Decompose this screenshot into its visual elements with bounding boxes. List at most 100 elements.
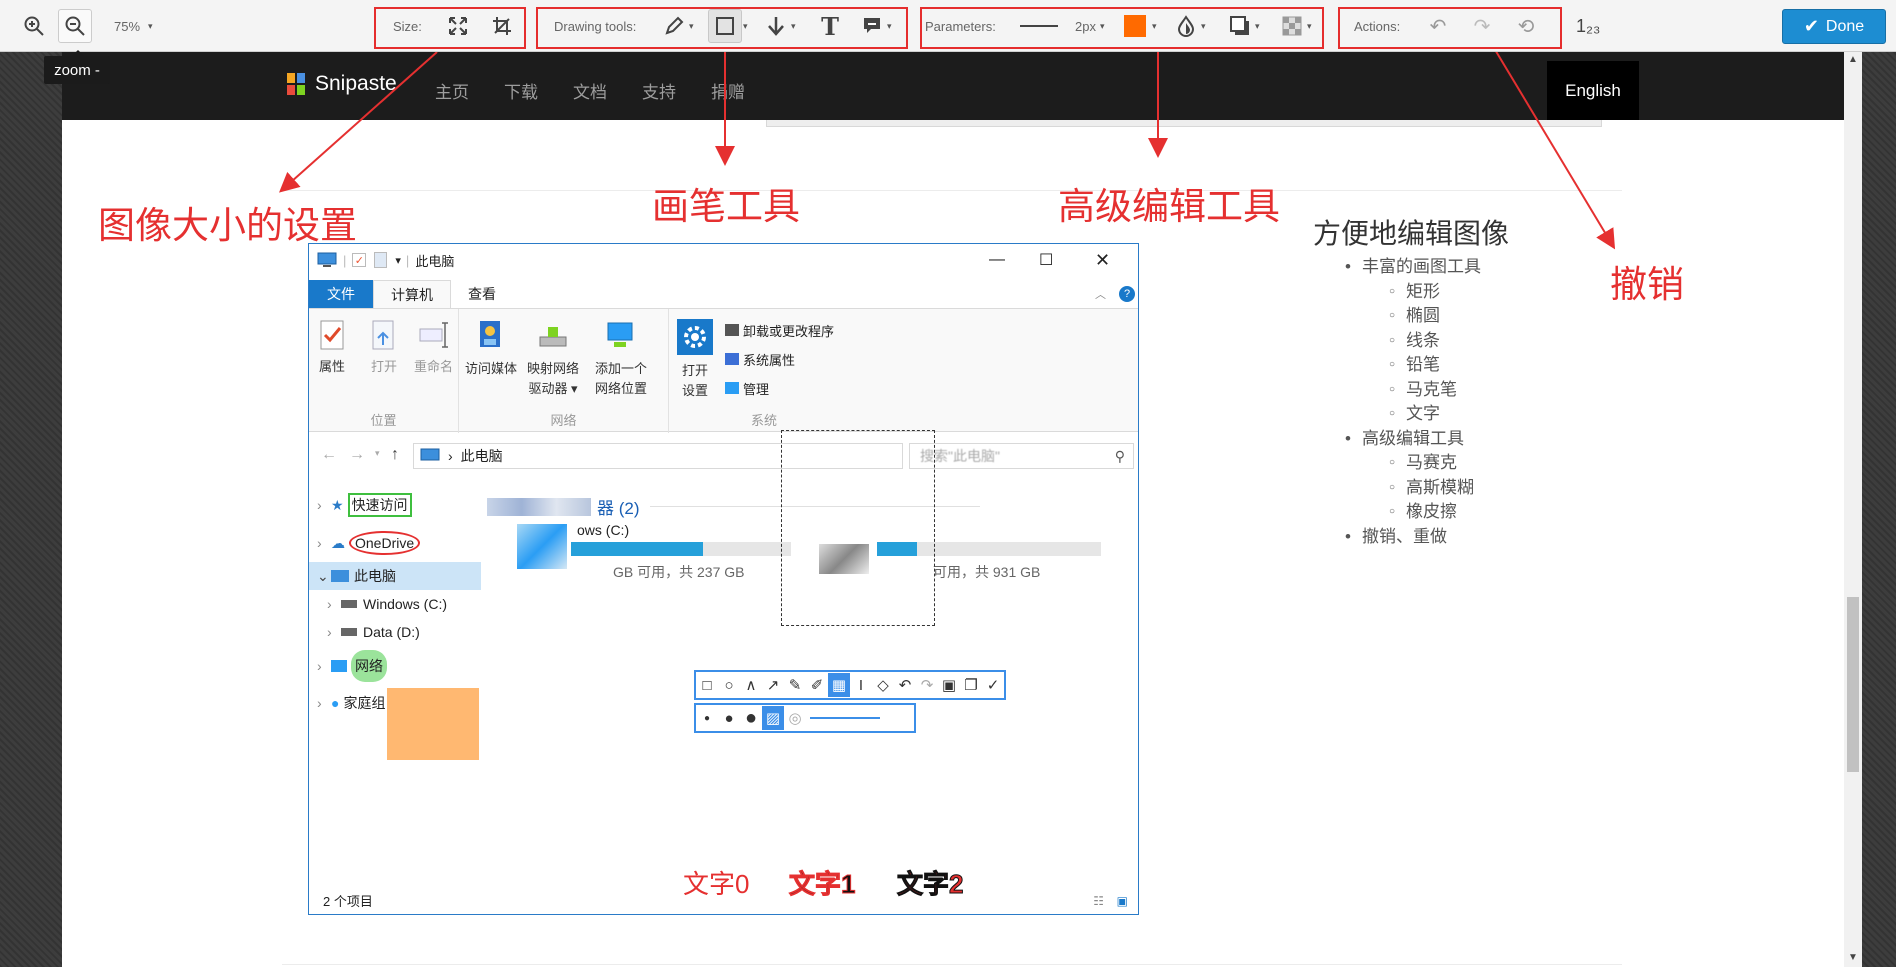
tree-item-data-d[interactable]: › Data (D:) (317, 618, 481, 646)
resize-button[interactable] (444, 0, 472, 52)
crop-button[interactable] (488, 0, 516, 52)
scrollbar-thumb[interactable] (1847, 597, 1859, 772)
tree-item-this-pc[interactable]: ⌄ 此电脑 (309, 562, 481, 590)
stroke-size-select[interactable]: 2px ▾ (1075, 0, 1105, 52)
help-icon[interactable]: ? (1119, 286, 1135, 302)
zoom-in-button[interactable] (20, 0, 48, 52)
search-box[interactable]: 搜索"此电脑" ⚲ (909, 443, 1134, 469)
drive-c-label[interactable]: ows (C:) (577, 522, 629, 538)
blur-icon[interactable]: ◎ (784, 706, 806, 730)
confirm-icon[interactable]: ✓ (982, 673, 1004, 697)
close-icon[interactable]: ✕ (1095, 250, 1110, 271)
color-swatch-icon (1124, 15, 1146, 37)
ellipse-tool-icon[interactable]: ○ (718, 673, 740, 697)
save-icon[interactable]: ▣ (938, 673, 960, 697)
size-small-icon[interactable]: ● (696, 706, 718, 730)
line-style-select[interactable] (1020, 0, 1058, 52)
redo-icon[interactable]: ↷ (916, 673, 938, 697)
undo-button[interactable]: ↶ (1424, 0, 1452, 52)
selection-rectangle[interactable] (781, 430, 935, 626)
tree-item-quick-access[interactable]: › ★ 快速访问 (317, 486, 481, 524)
ribbon-access-media-button[interactable]: 访问媒体 (465, 319, 517, 379)
ribbon-properties-button[interactable]: 属性 (319, 319, 345, 377)
arrow-tool-icon[interactable]: ↗ (762, 673, 784, 697)
tree-label: OneDrive (349, 531, 421, 555)
site-logo[interactable]: Snipaste (287, 72, 397, 96)
text-tool-button[interactable]: T (816, 0, 844, 52)
collapse-ribbon-icon[interactable]: ︿ (1095, 286, 1106, 302)
new-folder-quick-icon[interactable] (374, 252, 388, 268)
mosaic-pattern-icon[interactable]: ▨ (762, 706, 784, 730)
tab-computer[interactable]: 计算机 (373, 280, 451, 308)
mosaic-tool-icon[interactable]: ▦ (828, 673, 850, 697)
uninstall-program-link[interactable]: 卸载或更改程序 (725, 317, 834, 346)
properties-quick-icon[interactable]: ✓ (352, 253, 367, 267)
step-marker-button[interactable]: 1₂₃ (1576, 0, 1600, 52)
scroll-down-icon[interactable]: ▼ (1848, 952, 1858, 963)
marker-tool-icon[interactable]: ✐ (806, 673, 828, 697)
copy-icon[interactable]: ❐ (960, 673, 982, 697)
ribbon-map-drive-button[interactable]: 映射网络 驱动器 ▾ (527, 319, 579, 399)
forward-arrow-icon[interactable]: → (349, 446, 365, 464)
language-english-button[interactable]: English (1547, 61, 1639, 120)
nav-docs[interactable]: 文档 (573, 78, 607, 103)
tab-view[interactable]: 查看 (451, 280, 513, 308)
eraser-tool-icon[interactable]: ◇ (872, 673, 894, 697)
tree-item-network[interactable]: › 网络 (317, 646, 481, 686)
chevron-down-icon: ▾ (1152, 20, 1157, 31)
undo-icon[interactable]: ↶ (894, 673, 916, 697)
shadow-button[interactable]: ▾ (1226, 0, 1260, 52)
maximize-icon[interactable]: ☐ (1039, 250, 1053, 270)
minimize-icon[interactable]: — (989, 251, 1005, 269)
features-list: 丰富的画图工具 矩形 椭圆 线条 铅笔 马克笔 文字 高级编辑工具 马赛克 高斯… (1330, 255, 1481, 549)
up-arrow-icon[interactable]: ↑ (391, 446, 399, 464)
zoom-out-button[interactable] (58, 0, 92, 52)
ribbon-map-label-2: 驱动器 ▾ (528, 381, 578, 396)
tab-file[interactable]: 文件 (309, 280, 373, 308)
callout-tool-button[interactable]: ▾ (858, 0, 892, 52)
divider (282, 190, 1622, 191)
undo-icon: ↶ (1429, 15, 1447, 38)
ribbon-add-location-button[interactable]: 添加一个 网络位置 (595, 319, 647, 399)
ribbon-open-button[interactable]: 打开 (371, 319, 397, 377)
fill-pattern-button[interactable]: ▾ (1278, 0, 1312, 52)
nav-donate[interactable]: 捐赠 (711, 78, 745, 103)
nav-download[interactable]: 下载 (504, 78, 538, 103)
size-large-icon[interactable]: ● (740, 706, 762, 730)
color-picker[interactable]: ▾ (1124, 0, 1157, 52)
opacity-button[interactable]: ▾ (1172, 0, 1206, 52)
parameters-label-text: Parameters: (925, 18, 996, 34)
done-button[interactable]: ✔ Done (1782, 9, 1886, 44)
cloud-icon: ☁ (331, 535, 345, 551)
pencil-tool-button[interactable]: ▾ (660, 0, 694, 52)
nav-support[interactable]: 支持 (642, 78, 676, 103)
scroll-up-icon[interactable]: ▲ (1848, 54, 1858, 65)
line-tool-icon[interactable]: ∧ (740, 673, 762, 697)
icons-view-icon[interactable]: ▣ (1117, 894, 1128, 908)
pencil-tool-icon[interactable]: ✎ (784, 673, 806, 697)
recent-locations-icon[interactable]: ▾ (375, 448, 380, 459)
ribbon-open-settings-button[interactable]: 打开 设置 (677, 319, 713, 401)
undo-all-button[interactable]: ⟲ (1512, 0, 1540, 52)
zoom-select[interactable]: 75% ▾ (114, 0, 153, 52)
ribbon-properties-label: 属性 (319, 359, 346, 374)
size-medium-icon[interactable]: ● (718, 706, 740, 730)
text-tool-icon[interactable]: I (850, 673, 872, 697)
details-view-icon[interactable]: ☷ (1093, 894, 1104, 908)
customize-quick-access-icon[interactable]: ▾ (395, 254, 401, 267)
ribbon-rename-button[interactable]: 重命名 (414, 319, 453, 377)
back-arrow-icon[interactable]: ← (321, 446, 337, 464)
rename-icon (419, 322, 448, 348)
rectangle-tool-button[interactable]: ▾ (708, 0, 748, 52)
manage-link[interactable]: 管理 (725, 375, 834, 404)
redo-button[interactable]: ↷ (1468, 0, 1496, 52)
ribbon-tabs: 文件 计算机 查看 (309, 280, 513, 308)
rect-tool-icon[interactable]: □ (696, 673, 718, 697)
nav-home[interactable]: 主页 (435, 78, 469, 103)
tree-item-windows-c[interactable]: › Windows (C:) (317, 590, 481, 618)
system-properties-link[interactable]: 系统属性 (725, 346, 834, 375)
tree-item-onedrive[interactable]: › ☁ OneDrive (317, 524, 481, 562)
intensity-slider[interactable] (810, 717, 880, 719)
arrow-tool-button[interactable]: ▾ (762, 0, 796, 52)
scrollbar[interactable]: ▲ ▼ (1844, 52, 1862, 967)
